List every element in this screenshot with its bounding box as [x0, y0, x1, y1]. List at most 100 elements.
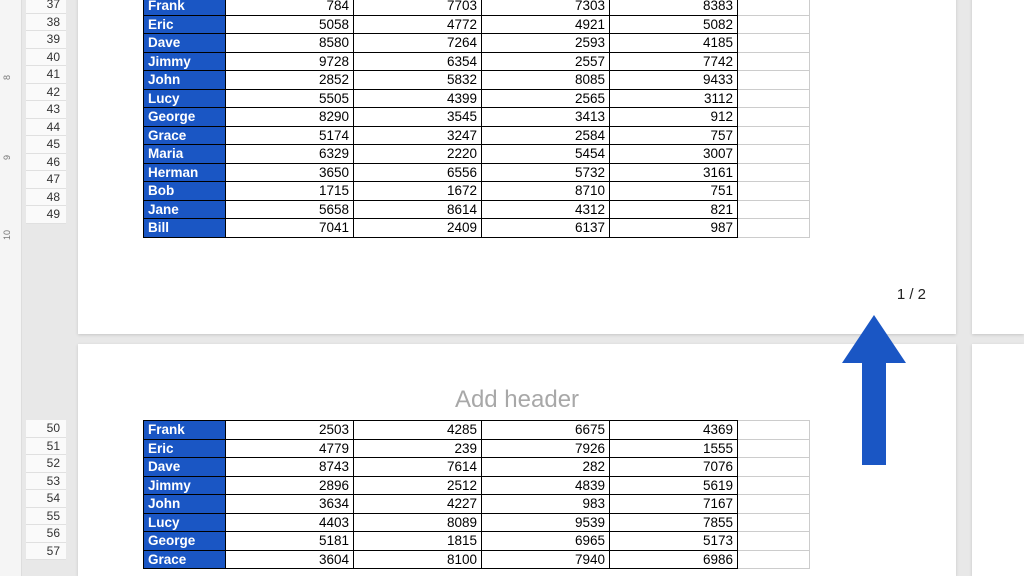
name-cell[interactable]: Eric: [144, 15, 226, 34]
name-cell[interactable]: Bill: [144, 219, 226, 238]
name-cell[interactable]: Eric: [144, 439, 226, 458]
value-cell[interactable]: 3650: [226, 163, 354, 182]
row-header[interactable]: 40: [26, 49, 66, 67]
value-cell[interactable]: 8085: [482, 71, 610, 90]
value-cell[interactable]: 8710: [482, 182, 610, 201]
name-cell[interactable]: John: [144, 71, 226, 90]
row-header[interactable]: 38: [26, 14, 66, 32]
table-row[interactable]: Frank784770373038383: [144, 0, 810, 15]
value-cell[interactable]: 821: [610, 200, 738, 219]
empty-cell[interactable]: [738, 495, 810, 514]
value-cell[interactable]: 2584: [482, 126, 610, 145]
empty-cell[interactable]: [738, 513, 810, 532]
row-header[interactable]: 51: [26, 438, 66, 456]
empty-cell[interactable]: [738, 532, 810, 551]
value-cell[interactable]: 7614: [354, 458, 482, 477]
value-cell[interactable]: 5505: [226, 89, 354, 108]
name-cell[interactable]: Grace: [144, 126, 226, 145]
value-cell[interactable]: 7041: [226, 219, 354, 238]
value-cell[interactable]: 9539: [482, 513, 610, 532]
empty-cell[interactable]: [738, 550, 810, 569]
value-cell[interactable]: 7264: [354, 34, 482, 53]
name-cell[interactable]: Jane: [144, 200, 226, 219]
value-cell[interactable]: 6354: [354, 52, 482, 71]
value-cell[interactable]: 4312: [482, 200, 610, 219]
name-cell[interactable]: Jimmy: [144, 52, 226, 71]
empty-cell[interactable]: [738, 476, 810, 495]
value-cell[interactable]: 4839: [482, 476, 610, 495]
value-cell[interactable]: 1815: [354, 532, 482, 551]
value-cell[interactable]: 784: [226, 0, 354, 15]
value-cell[interactable]: 1555: [610, 439, 738, 458]
table-row[interactable]: Frank2503428566754369: [144, 421, 810, 440]
value-cell[interactable]: 3413: [482, 108, 610, 127]
value-cell[interactable]: 2409: [354, 219, 482, 238]
empty-cell[interactable]: [738, 89, 810, 108]
row-header[interactable]: 54: [26, 490, 66, 508]
empty-cell[interactable]: [738, 0, 810, 15]
name-cell[interactable]: Grace: [144, 550, 226, 569]
value-cell[interactable]: 8100: [354, 550, 482, 569]
value-cell[interactable]: 4185: [610, 34, 738, 53]
value-cell[interactable]: 8743: [226, 458, 354, 477]
value-cell[interactable]: 2852: [226, 71, 354, 90]
value-cell[interactable]: 5082: [610, 15, 738, 34]
table-row[interactable]: Lucy5505439925653112: [144, 89, 810, 108]
empty-cell[interactable]: [738, 439, 810, 458]
empty-cell[interactable]: [738, 219, 810, 238]
value-cell[interactable]: 5832: [354, 71, 482, 90]
empty-cell[interactable]: [738, 182, 810, 201]
value-cell[interactable]: 239: [354, 439, 482, 458]
table-row[interactable]: Grace3604810079406986: [144, 550, 810, 569]
value-cell[interactable]: 9433: [610, 71, 738, 90]
value-cell[interactable]: 983: [482, 495, 610, 514]
table-row[interactable]: Eric5058477249215082: [144, 15, 810, 34]
row-header[interactable]: 47: [26, 171, 66, 189]
value-cell[interactable]: 3545: [354, 108, 482, 127]
empty-cell[interactable]: [738, 145, 810, 164]
value-cell[interactable]: 7167: [610, 495, 738, 514]
value-cell[interactable]: 7855: [610, 513, 738, 532]
row-header[interactable]: 48: [26, 189, 66, 207]
table-row[interactable]: George5181181569655173: [144, 532, 810, 551]
value-cell[interactable]: 5454: [482, 145, 610, 164]
row-header[interactable]: 52: [26, 455, 66, 473]
row-header[interactable]: 55: [26, 508, 66, 526]
value-cell[interactable]: 2220: [354, 145, 482, 164]
value-cell[interactable]: 7703: [354, 0, 482, 15]
value-cell[interactable]: 8290: [226, 108, 354, 127]
value-cell[interactable]: 1672: [354, 182, 482, 201]
value-cell[interactable]: 2503: [226, 421, 354, 440]
table-row[interactable]: Bob171516728710751: [144, 182, 810, 201]
data-table-page1[interactable]: Frank784770373038383Eric5058477249215082…: [143, 0, 810, 238]
value-cell[interactable]: 5058: [226, 15, 354, 34]
row-header[interactable]: 41: [26, 66, 66, 84]
value-cell[interactable]: 4772: [354, 15, 482, 34]
data-table-page2[interactable]: Frank2503428566754369Eric477923979261555…: [143, 420, 810, 569]
value-cell[interactable]: 2512: [354, 476, 482, 495]
value-cell[interactable]: 7926: [482, 439, 610, 458]
empty-cell[interactable]: [738, 34, 810, 53]
empty-cell[interactable]: [738, 163, 810, 182]
value-cell[interactable]: 4403: [226, 513, 354, 532]
empty-cell[interactable]: [738, 71, 810, 90]
value-cell[interactable]: 4227: [354, 495, 482, 514]
name-cell[interactable]: George: [144, 532, 226, 551]
empty-cell[interactable]: [738, 126, 810, 145]
value-cell[interactable]: 2565: [482, 89, 610, 108]
name-cell[interactable]: Jimmy: [144, 476, 226, 495]
empty-cell[interactable]: [738, 200, 810, 219]
value-cell[interactable]: 6556: [354, 163, 482, 182]
value-cell[interactable]: 8383: [610, 0, 738, 15]
row-header[interactable]: 49: [26, 206, 66, 224]
name-cell[interactable]: Frank: [144, 421, 226, 440]
value-cell[interactable]: 4921: [482, 15, 610, 34]
name-cell[interactable]: Lucy: [144, 513, 226, 532]
table-row[interactable]: John2852583280859433: [144, 71, 810, 90]
row-header[interactable]: 57: [26, 543, 66, 561]
table-row[interactable]: Bill704124096137987: [144, 219, 810, 238]
value-cell[interactable]: 3604: [226, 550, 354, 569]
value-cell[interactable]: 4779: [226, 439, 354, 458]
value-cell[interactable]: 912: [610, 108, 738, 127]
row-header[interactable]: 53: [26, 473, 66, 491]
